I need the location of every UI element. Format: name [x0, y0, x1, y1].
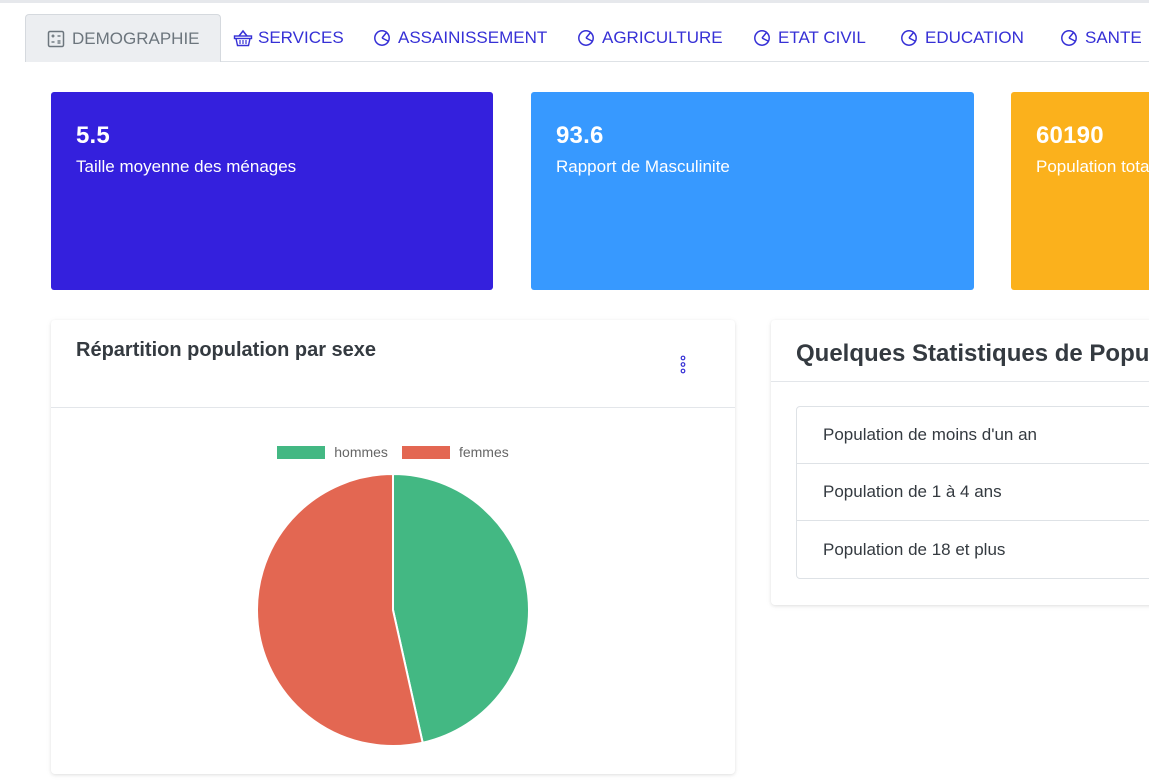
panel-header: Quelques Statistiques de Population [771, 320, 1149, 382]
tab-label: DEMOGRAPHIE [72, 28, 200, 48]
tab-label: SERVICES [258, 28, 344, 47]
basket-icon [233, 29, 253, 47]
list-item[interactable]: Population de 1 à 4 ans [797, 464, 1149, 521]
pie-chart-panel: Répartition population par sexe hommes f… [51, 320, 735, 774]
legend-item-hommes[interactable]: hommes [277, 444, 388, 460]
calculator-icon [47, 30, 65, 48]
stat-card-total-population: 60190 Population totale [1011, 92, 1149, 290]
tab-label: AGRICULTURE [602, 28, 723, 47]
tab-education[interactable]: EDUCATION [900, 14, 1024, 62]
panel-title: Quelques Statistiques de Population [796, 340, 1149, 367]
top-border [0, 0, 1149, 3]
more-vertical-icon[interactable] [678, 355, 688, 375]
legend-swatch [401, 445, 450, 459]
stat-label: Rapport de Masculinite [556, 157, 730, 176]
list-item[interactable]: Population de moins d'un an [797, 407, 1149, 464]
tab-label: EDUCATION [925, 28, 1024, 47]
tab-label: ETAT CIVIL [778, 28, 866, 47]
panel-header: Répartition population par sexe [51, 320, 735, 408]
tab-sante[interactable]: SANTE [1060, 14, 1142, 62]
stat-label: Population totale [1036, 157, 1149, 176]
tab-bar: DEMOGRAPHIE SERVICES ASSAINISSEMENT AGRI… [25, 14, 1149, 62]
legend-label: hommes [334, 444, 388, 460]
pie-chart-icon [373, 29, 391, 47]
tab-assainissement[interactable]: ASSAINISSEMENT [373, 14, 547, 62]
stat-card-sex-ratio: 93.6 Rapport de Masculinite [531, 92, 974, 290]
statistics-list: Population de moins d'un an Population d… [796, 406, 1149, 579]
tab-label: ASSAINISSEMENT [398, 28, 548, 47]
legend-item-femmes[interactable]: femmes [401, 444, 509, 460]
statistics-panel: Quelques Statistiques de Population Popu… [771, 320, 1149, 605]
legend-swatch [277, 445, 326, 459]
pie-chart [256, 472, 530, 747]
pie-chart-icon [577, 29, 595, 47]
pie-chart-icon [1060, 29, 1078, 47]
pie-chart-icon [753, 29, 771, 47]
stat-value: 60190 [1036, 122, 1104, 149]
tab-demographie[interactable]: DEMOGRAPHIE [25, 14, 221, 62]
panel-title: Répartition population par sexe [76, 339, 377, 361]
tab-label: SANTE [1085, 28, 1142, 47]
stat-card-household-size: 5.5 Taille moyenne des ménages [51, 92, 493, 290]
stat-value: 93.6 [556, 122, 604, 149]
tab-etat-civil[interactable]: ETAT CIVIL [753, 14, 866, 62]
tab-services[interactable]: SERVICES [233, 14, 344, 62]
chart-legend: hommes femmes [51, 444, 735, 460]
legend-label: femmes [458, 444, 509, 460]
list-item[interactable]: Population de 18 et plus [797, 521, 1149, 578]
stat-label: Taille moyenne des ménages [76, 157, 297, 176]
tab-agriculture[interactable]: AGRICULTURE [577, 14, 723, 62]
stat-value: 5.5 [76, 122, 110, 149]
pie-chart-icon [900, 29, 918, 47]
dashboard-page: DEMOGRAPHIE SERVICES ASSAINISSEMENT AGRI… [0, 0, 1149, 780]
